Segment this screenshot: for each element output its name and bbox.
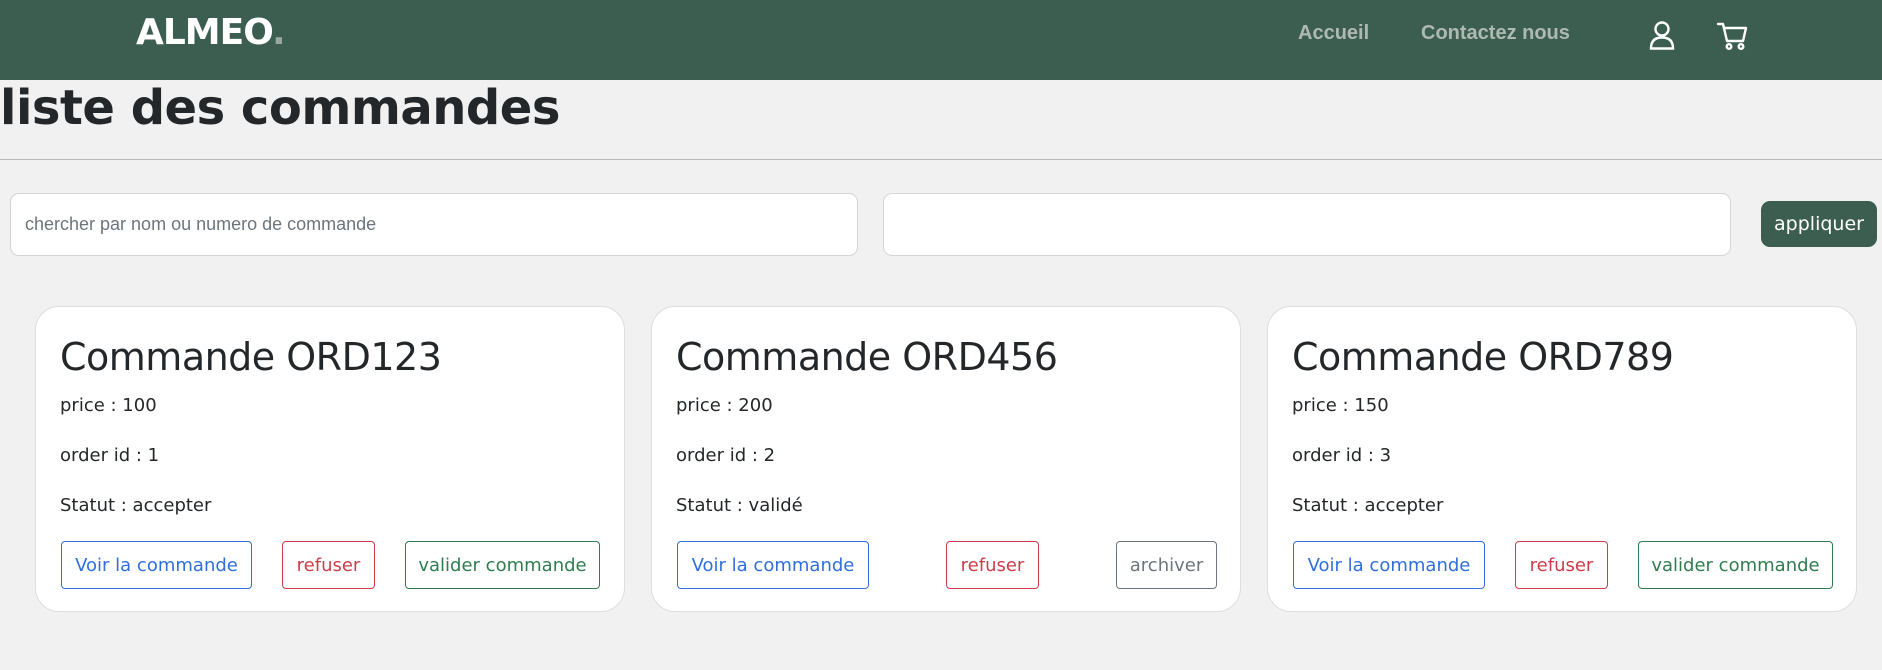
- order-id: order id : 2: [676, 445, 776, 466]
- brand-logo[interactable]: ALMEO.: [136, 12, 286, 53]
- page-title: liste des commandes: [0, 80, 560, 136]
- validate-order-button[interactable]: valider commande: [405, 541, 600, 589]
- user-icon[interactable]: [1647, 19, 1677, 51]
- order-status: Statut : validé: [676, 495, 803, 516]
- nav-link-accueil[interactable]: Accueil: [1298, 22, 1369, 45]
- search-input[interactable]: [10, 193, 858, 256]
- validate-order-button[interactable]: valider commande: [1638, 541, 1833, 589]
- order-title: Commande ORD456: [676, 335, 1058, 379]
- refuse-button[interactable]: refuser: [282, 541, 375, 589]
- view-order-button[interactable]: Voir la commande: [1293, 541, 1485, 589]
- order-id: order id : 1: [60, 445, 160, 466]
- filter-input[interactable]: [883, 193, 1731, 256]
- title-divider: [0, 159, 1882, 160]
- order-card: Commande ORD456 price : 200 order id : 2…: [651, 306, 1241, 612]
- view-order-button[interactable]: Voir la commande: [677, 541, 869, 589]
- order-price: price : 100: [60, 395, 157, 416]
- navbar: ALMEO. Accueil Contactez nous: [0, 0, 1882, 80]
- order-price: price : 200: [676, 395, 773, 416]
- order-status: Statut : accepter: [60, 495, 212, 516]
- nav-link-contact[interactable]: Contactez nous: [1421, 22, 1570, 45]
- order-price: price : 150: [1292, 395, 1389, 416]
- refuse-button[interactable]: refuser: [946, 541, 1039, 589]
- archive-button[interactable]: archiver: [1116, 541, 1217, 589]
- refuse-button[interactable]: refuser: [1515, 541, 1608, 589]
- order-id: order id : 3: [1292, 445, 1392, 466]
- order-status: Statut : accepter: [1292, 495, 1444, 516]
- order-title: Commande ORD789: [1292, 335, 1674, 379]
- order-title: Commande ORD123: [60, 335, 442, 379]
- view-order-button[interactable]: Voir la commande: [61, 541, 252, 589]
- cart-icon[interactable]: [1716, 19, 1750, 51]
- order-card: Commande ORD123 price : 100 order id : 1…: [35, 306, 625, 612]
- order-card: Commande ORD789 price : 150 order id : 3…: [1267, 306, 1857, 612]
- apply-button[interactable]: appliquer: [1761, 201, 1877, 247]
